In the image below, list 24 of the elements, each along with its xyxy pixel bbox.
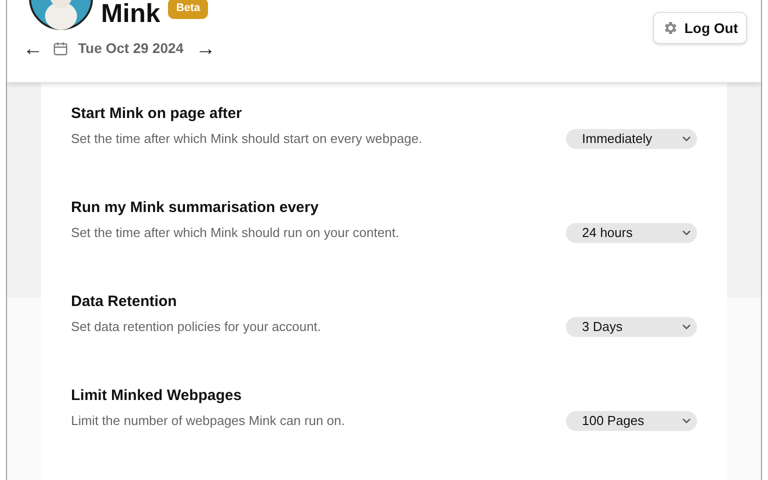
- dropdown-select[interactable]: 3 Days: [566, 317, 697, 337]
- setting-title: Data Retention: [71, 293, 178, 311]
- dropdown-select[interactable]: 100 Pages: [566, 411, 697, 431]
- chevron-down-icon: [682, 230, 691, 236]
- previous-day-button[interactable]: ←: [23, 38, 43, 58]
- settings-icon: [662, 20, 678, 36]
- next-day-button[interactable]: →: [196, 38, 216, 58]
- dropdown-select[interactable]: 24 hours: [566, 223, 697, 243]
- date-label: Tue Oct 29 2024: [78, 39, 184, 58]
- app-title: Mink: [101, 0, 160, 28]
- setting-description: Limit the number of webpages Mink can run on.: [71, 412, 345, 430]
- chevron-down-icon: [682, 324, 691, 330]
- setting-description: Set the time after which Mink should start on every webpage.: [71, 130, 422, 148]
- setting-title: Start Mink on page after: [71, 105, 243, 123]
- dropdown-select[interactable]: Immediately: [566, 129, 697, 149]
- setting-title: Run my Mink summarisation every: [71, 199, 320, 217]
- log-out-button[interactable]: Log Out: [653, 12, 747, 44]
- calendar-icon: [53, 41, 68, 56]
- setting-description: Set the time after which Mink should run on your content.: [71, 224, 400, 242]
- setting-title: Limit Minked Webpages: [71, 387, 243, 405]
- chevron-down-icon: [682, 418, 691, 424]
- chevron-down-icon: [682, 136, 691, 142]
- beta-badge: Beta: [168, 0, 208, 18]
- setting-description: Set data retention policies for your account.: [71, 318, 322, 336]
